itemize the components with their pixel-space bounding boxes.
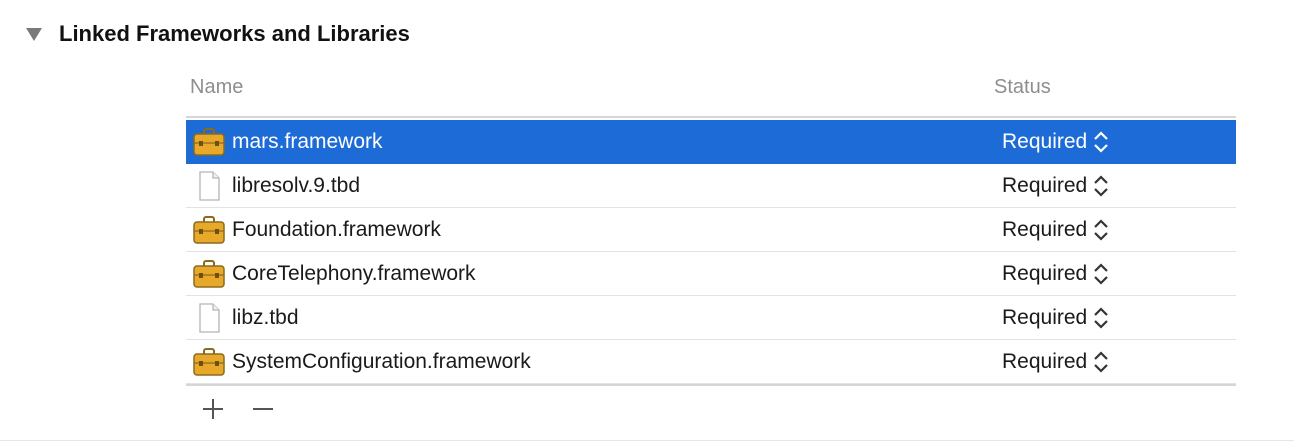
plus-icon: [203, 399, 223, 419]
table-row[interactable]: mars.framework Required: [186, 120, 1236, 164]
row-name: libz.tbd: [232, 305, 299, 329]
document-icon: [193, 171, 225, 201]
column-header-status[interactable]: Status: [994, 76, 1051, 99]
briefcase-icon: [193, 127, 225, 157]
table-row[interactable]: libresolv.9.tbd Required: [186, 164, 1236, 208]
briefcase-icon: [193, 215, 225, 245]
table-header: Name Status: [186, 70, 1236, 118]
status-popup[interactable]: Required: [1002, 173, 1109, 199]
popup-arrows-icon: [1093, 261, 1109, 287]
row-name: SystemConfiguration.framework: [232, 349, 531, 373]
bottom-divider: [0, 440, 1294, 441]
status-popup[interactable]: Required: [1002, 349, 1109, 375]
briefcase-icon: [193, 347, 225, 377]
popup-arrows-icon: [1093, 173, 1109, 199]
popup-arrows-icon: [1093, 129, 1109, 155]
status-label: Required: [1002, 261, 1088, 285]
status-popup[interactable]: Required: [1002, 305, 1109, 331]
status-popup[interactable]: Required: [1002, 129, 1109, 155]
minus-icon: [253, 408, 273, 410]
popup-arrows-icon: [1093, 217, 1109, 243]
row-name: mars.framework: [232, 129, 383, 153]
popup-arrows-icon: [1093, 349, 1109, 375]
status-label: Required: [1002, 349, 1088, 373]
status-label: Required: [1002, 217, 1088, 241]
status-label: Required: [1002, 305, 1088, 329]
status-popup[interactable]: Required: [1002, 261, 1109, 287]
remove-button[interactable]: [250, 396, 276, 422]
status-popup[interactable]: Required: [1002, 217, 1109, 243]
status-label: Required: [1002, 173, 1088, 197]
table-row[interactable]: CoreTelephony.framework Required: [186, 252, 1236, 296]
section-title: Linked Frameworks and Libraries: [59, 21, 410, 46]
table-row[interactable]: libz.tbd Required: [186, 296, 1236, 340]
disclosure-triangle-icon[interactable]: [24, 24, 44, 44]
frameworks-table: Name Status mars.framework Required libr…: [186, 70, 1236, 428]
table-row[interactable]: Foundation.framework Required: [186, 208, 1236, 252]
popup-arrows-icon: [1093, 305, 1109, 331]
table-rows: mars.framework Required libresolv.9.tbd …: [186, 120, 1236, 384]
section-header: Linked Frameworks and Libraries: [24, 18, 410, 50]
column-header-name[interactable]: Name: [190, 76, 243, 99]
table-row[interactable]: SystemConfiguration.framework Required: [186, 340, 1236, 384]
table-footer: [186, 384, 1236, 428]
add-button[interactable]: [200, 396, 226, 422]
row-name: Foundation.framework: [232, 217, 441, 241]
status-label: Required: [1002, 129, 1088, 153]
briefcase-icon: [193, 259, 225, 289]
row-name: libresolv.9.tbd: [232, 173, 361, 197]
row-name: CoreTelephony.framework: [232, 261, 476, 285]
document-icon: [193, 303, 225, 333]
